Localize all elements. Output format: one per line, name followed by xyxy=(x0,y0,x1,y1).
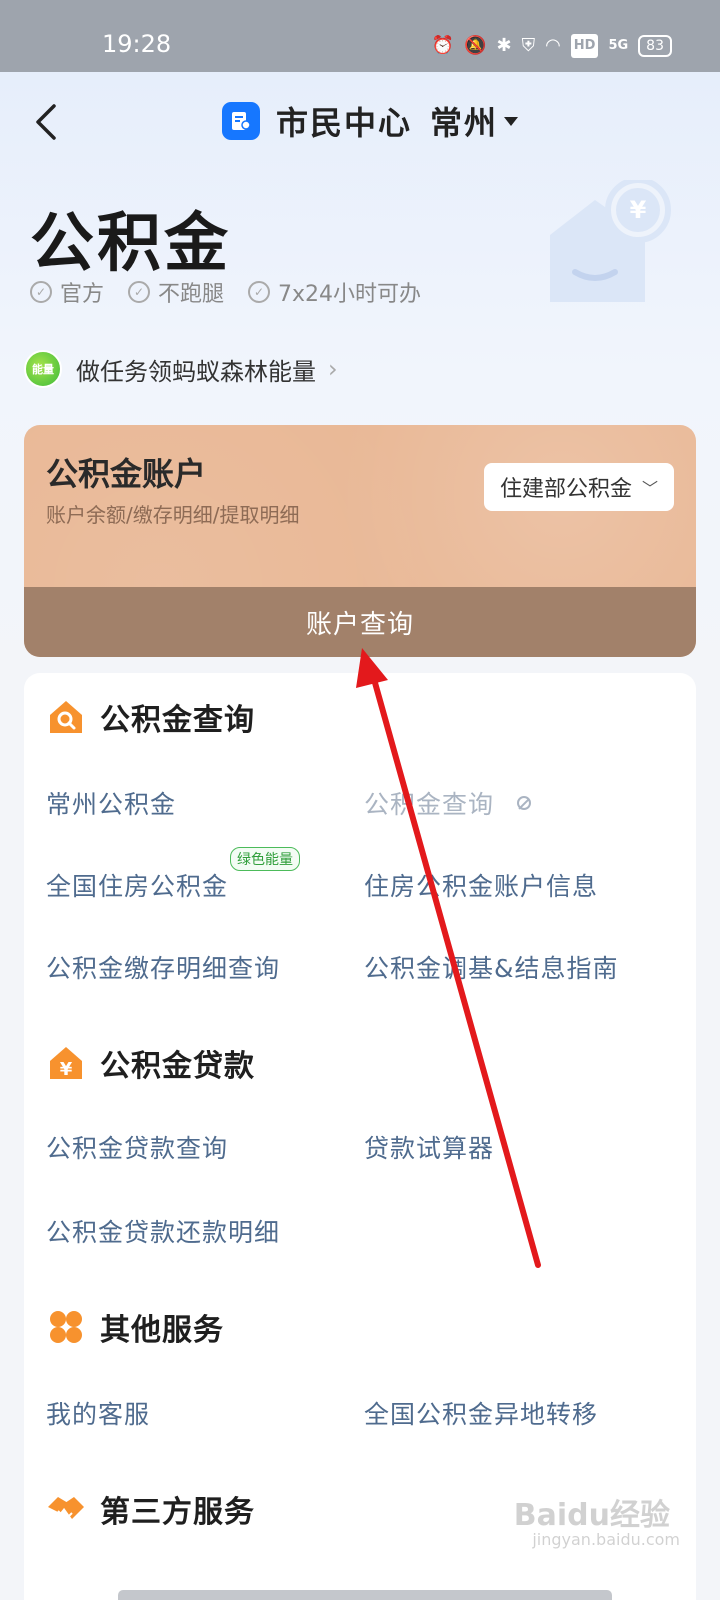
check-circle-icon: ✓ xyxy=(30,281,52,303)
hero-tag-label: 7x24小时可办 xyxy=(278,282,422,307)
hero-tag: ✓ 官方 xyxy=(30,276,104,308)
bottom-gesture-handle xyxy=(118,1590,612,1600)
fund-type-value: 住建部公积金 xyxy=(499,477,632,502)
page-title: 市民中心 xyxy=(276,104,413,142)
svg-text:¥: ¥ xyxy=(630,196,647,224)
chevron-right-icon: › xyxy=(328,355,338,383)
section-fund-loan: ¥ 公积金贷款 xyxy=(46,1041,255,1085)
5g-signal-icon: 5G xyxy=(608,38,629,53)
energy-badge-icon: 能量 xyxy=(24,350,62,388)
services-panel: 公积金查询 常州公积金 公积金查询 绿色能量 全国住房公积金 住房公积金账户信息… xyxy=(24,673,696,1600)
citizen-center-logo-icon xyxy=(222,102,260,140)
energy-task-link[interactable]: 能量 做任务领蚂蚁森林能量 › xyxy=(24,350,338,388)
city-label: 常州 xyxy=(430,104,499,142)
status-bar: 19:28 ⏰ 🔕 ✱ ⛨ ◠ HD 5G 83 xyxy=(0,0,720,72)
status-time: 19:28 xyxy=(102,30,172,58)
service-link-account-info[interactable]: 住房公积金账户信息 xyxy=(364,867,598,903)
service-link-customer-service[interactable]: 我的客服 xyxy=(46,1395,150,1431)
energy-task-text: 做任务领蚂蚁森林能量 xyxy=(76,357,316,386)
service-link-loan-query[interactable]: 公积金贷款查询 xyxy=(46,1129,228,1165)
bluetooth-icon: ✱ xyxy=(496,35,512,56)
nav-bar: 市民中心 常州 xyxy=(0,80,720,162)
mute-bell-icon: 🔕 xyxy=(464,35,487,56)
section-title: 其他服务 xyxy=(100,1313,224,1348)
service-link-changzhou-fund[interactable]: 常州公积金 xyxy=(46,785,176,821)
hero-tags: ✓ 官方 ✓ 不跑腿 ✓ 7x24小时可办 xyxy=(30,276,421,308)
watermark-url: jingyan.baidu.com xyxy=(532,1530,680,1549)
section-fund-query: 公积金查询 xyxy=(46,695,255,739)
back-icon[interactable] xyxy=(30,100,70,144)
house-yen-icon: ¥ xyxy=(50,1047,82,1080)
svg-text:¥: ¥ xyxy=(60,1059,73,1080)
shield-icon: ⛨ xyxy=(521,35,536,56)
account-query-button[interactable]: 账户查询 xyxy=(24,587,696,657)
hero-tag-label: 不跑腿 xyxy=(158,282,225,307)
hero-tag: ✓ 7x24小时可办 xyxy=(248,276,421,308)
check-circle-icon: ✓ xyxy=(248,281,271,303)
service-link-loan-calculator[interactable]: 贷款试算器 xyxy=(364,1129,494,1165)
wifi-icon: ◠ xyxy=(545,35,561,56)
hero-tag: ✓ 不跑腿 xyxy=(128,276,224,308)
city-selector[interactable]: 市民中心 常州 xyxy=(222,98,519,144)
handshake-icon xyxy=(48,1497,84,1521)
house-fund-illustration-icon: ¥ xyxy=(550,180,671,302)
chevron-down-icon: ﹀ xyxy=(641,479,658,498)
section-title: 第三方服务 xyxy=(100,1495,255,1530)
hero-tag-label: 官方 xyxy=(60,282,105,307)
house-search-icon xyxy=(50,701,82,733)
disabled-icon xyxy=(516,796,531,810)
green-energy-badge: 绿色能量 xyxy=(230,847,300,871)
service-link-adjust-guide[interactable]: 公积金调基&结息指南 xyxy=(364,949,619,985)
service-link-repay-detail[interactable]: 公积金贷款还款明细 xyxy=(46,1213,280,1249)
section-title: 公积金贷款 xyxy=(100,1049,255,1084)
battery-icon: 83 xyxy=(638,35,672,57)
check-circle-icon: ✓ xyxy=(128,281,151,303)
hd-icon: HD xyxy=(570,34,599,58)
account-card-subtitle: 账户余额/缴存明细/提取明细 xyxy=(46,503,300,527)
section-third-party: 第三方服务 xyxy=(46,1487,255,1531)
fund-account-card: 公积金账户 账户余额/缴存明细/提取明细 住建部公积金 ﹀ 账户查询 xyxy=(24,425,696,657)
hero-title: 公积金 xyxy=(30,207,231,281)
account-card-title: 公积金账户 xyxy=(46,455,207,493)
service-link-label: 公积金查询 xyxy=(364,790,495,819)
alarm-icon: ⏰ xyxy=(431,35,455,56)
service-link-transfer[interactable]: 全国公积金异地转移 xyxy=(364,1395,598,1431)
section-title: 公积金查询 xyxy=(100,703,255,738)
service-link-national-fund[interactable]: 全国住房公积金 xyxy=(46,867,228,903)
section-other-services: 其他服务 xyxy=(46,1305,224,1349)
service-link-fund-query-disabled: 公积金查询 xyxy=(364,785,531,821)
watermark-logo: Baidu经验 xyxy=(513,1498,670,1533)
status-icons: ⏰ 🔕 ✱ ⛨ ◠ HD 5G 83 xyxy=(432,34,672,58)
caret-down-icon xyxy=(504,116,519,126)
four-petal-icon xyxy=(50,1311,82,1343)
service-link-deposit-detail[interactable]: 公积金缴存明细查询 xyxy=(46,949,280,985)
fund-type-select[interactable]: 住建部公积金 ﹀ xyxy=(483,463,674,511)
